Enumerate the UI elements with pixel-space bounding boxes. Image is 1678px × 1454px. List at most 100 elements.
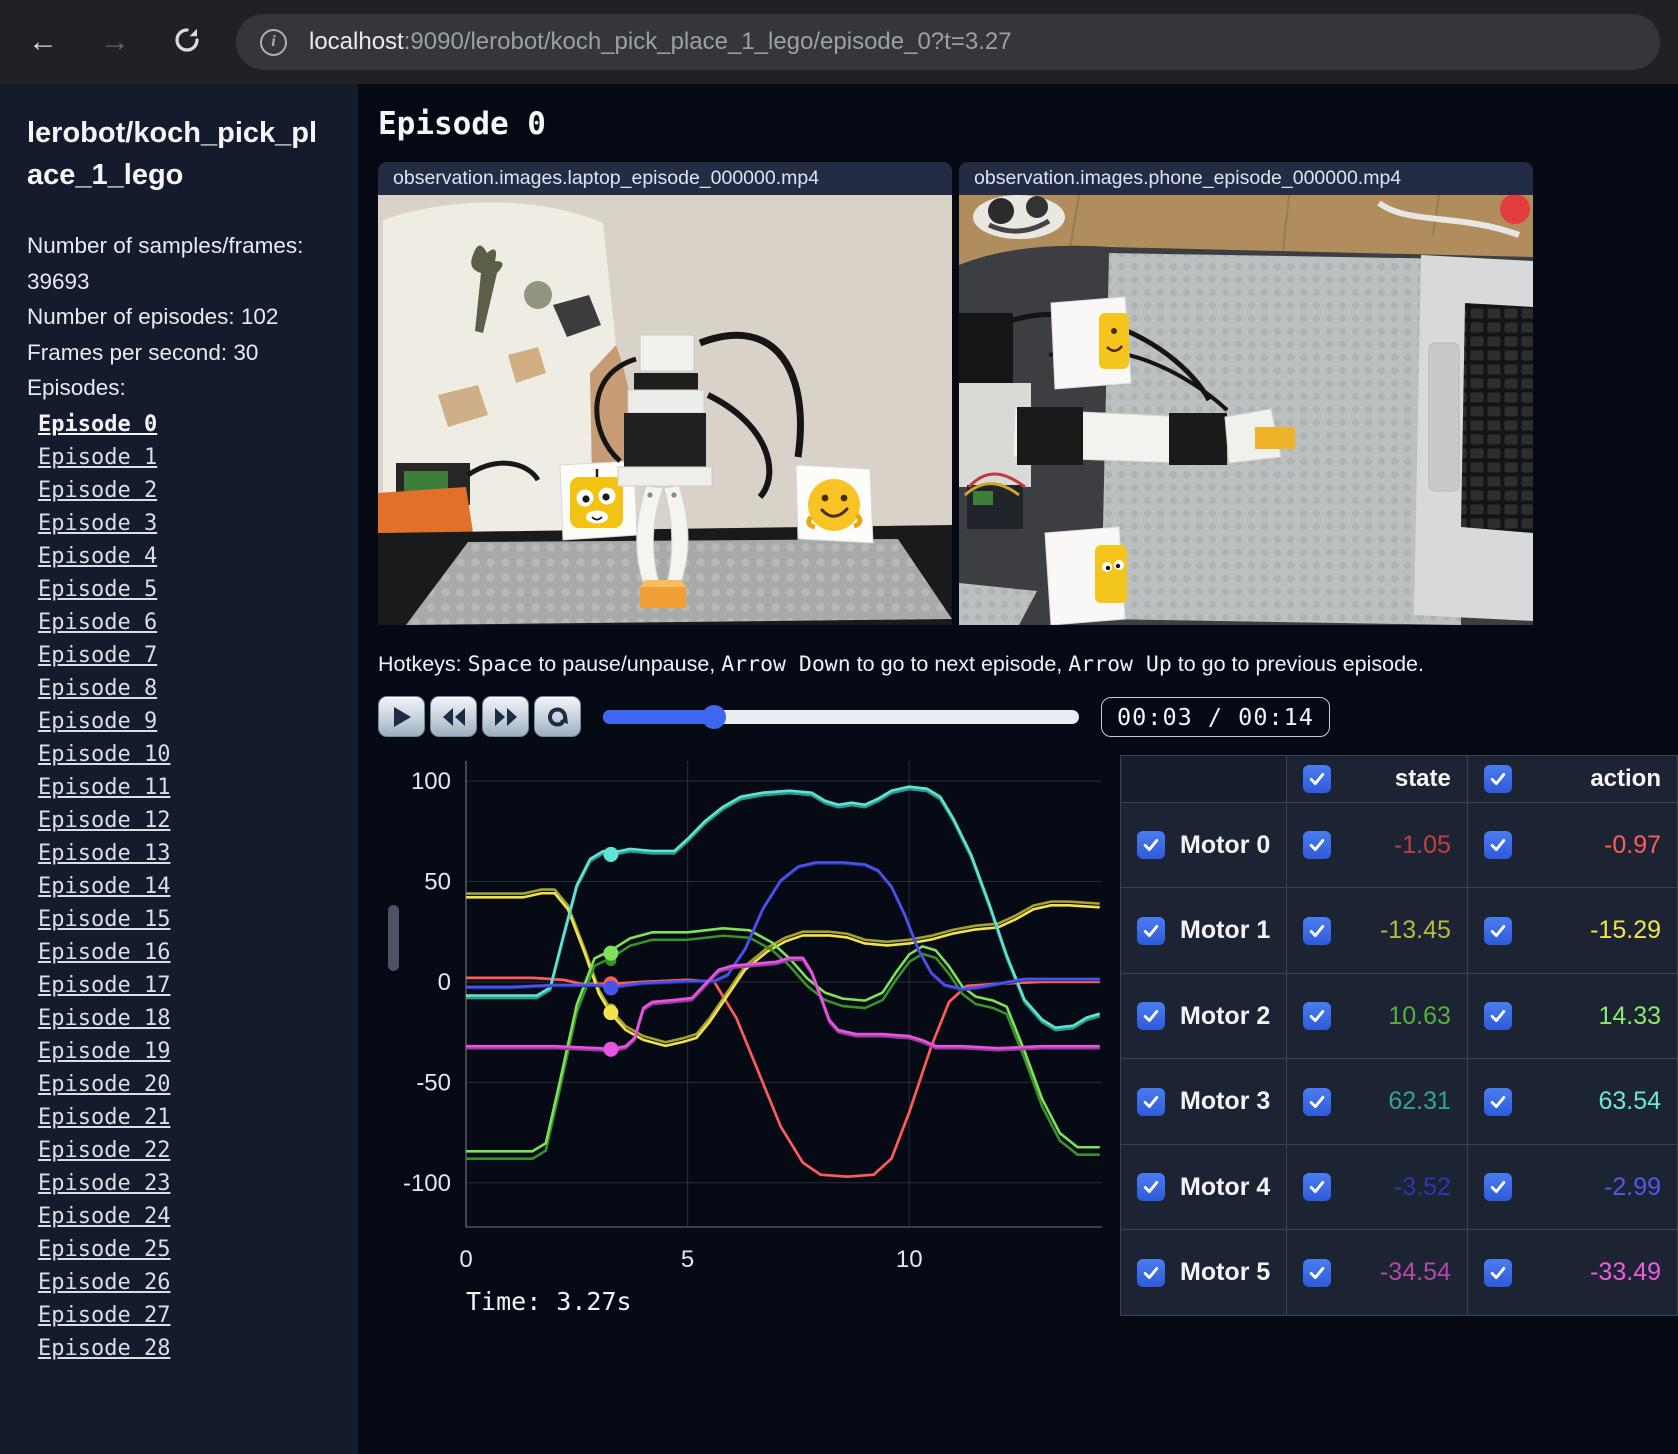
dataset-title: lerobot/koch_pick_place_1_lego <box>27 117 318 192</box>
svg-text:5: 5 <box>681 1246 694 1273</box>
checkbox[interactable] <box>1303 1087 1332 1116</box>
back-icon[interactable]: ← <box>28 27 58 57</box>
browser-toolbar: ← → i localhost:9090/lerobot/koch_pick_p… <box>0 0 1678 84</box>
play-button[interactable] <box>378 696 425 737</box>
checkbox[interactable] <box>1483 1258 1512 1287</box>
table-row: Motor 1 -13.45 -15.29 <box>1119 887 1678 974</box>
action-value: -0.97 <box>1604 830 1661 859</box>
rewind-button[interactable] <box>430 696 477 737</box>
episode-link[interactable]: Episode 20 <box>27 1068 358 1101</box>
seek-slider[interactable] <box>603 704 1079 729</box>
checkbox[interactable] <box>1303 764 1332 793</box>
episode-link[interactable]: Episode 24 <box>27 1200 358 1233</box>
episode-link[interactable]: Episode 8 <box>27 672 358 705</box>
video-player-laptop[interactable]: observation.images.laptop_episode_000000… <box>378 162 952 625</box>
checkbox[interactable] <box>1137 1258 1165 1287</box>
motor-label: Motor 0 <box>1180 830 1271 859</box>
checkbox[interactable] <box>1483 1002 1512 1031</box>
video-frame-phone <box>959 195 1533 625</box>
stat-samples: Number of samples/frames: 39693 <box>27 233 304 294</box>
state-value: 62.31 <box>1388 1087 1451 1116</box>
state-value: 10.63 <box>1388 1001 1451 1030</box>
motor-5-action-line <box>466 956 1100 1051</box>
action-value: -33.49 <box>1590 1258 1661 1287</box>
checkbox[interactable] <box>1137 1087 1165 1116</box>
video-player-phone[interactable]: observation.images.phone_episode_000000.… <box>959 162 1533 625</box>
state-value: -3.52 <box>1393 1172 1451 1201</box>
checkbox[interactable] <box>1303 1173 1332 1202</box>
episode-link[interactable]: Episode 2 <box>27 474 358 507</box>
episode-link[interactable]: Episode 10 <box>27 738 358 771</box>
checkbox[interactable] <box>1137 1173 1165 1202</box>
loop-button[interactable] <box>534 696 581 737</box>
state-value: -1.05 <box>1393 830 1451 859</box>
motor-3-action-line <box>466 785 1101 1029</box>
checkbox[interactable] <box>1303 916 1332 945</box>
checkbox[interactable] <box>1483 916 1512 945</box>
episode-link[interactable]: Episode 1 <box>27 441 358 474</box>
table-row: Motor 3 62.31 63.54 <box>1119 1058 1678 1145</box>
checkbox[interactable] <box>1137 916 1165 945</box>
episode-link[interactable]: Episode 7 <box>27 639 358 672</box>
time-display: 00:03 / 00:14 <box>1101 696 1330 737</box>
forward-icon[interactable]: → <box>100 27 130 57</box>
chart-block: 100 50 0 -50 -100 0 5 10 Time: 3.27s <box>378 751 1114 1316</box>
hotkey-space: Space <box>467 652 533 677</box>
checkbox[interactable] <box>1303 1258 1332 1287</box>
episode-link[interactable]: Episode 6 <box>27 606 358 639</box>
motor-table: state action Motor 0 -1.05 -0.97 Motor 1 -13.4… <box>1119 755 1678 1316</box>
seek-slider-fill <box>603 709 715 724</box>
motor-label: Motor 1 <box>1180 916 1271 945</box>
action-value: 14.33 <box>1598 1001 1661 1030</box>
episode-link[interactable]: Episode 11 <box>27 771 358 804</box>
episode-link[interactable]: Episode 5 <box>27 573 358 606</box>
episode-link[interactable]: Episode 16 <box>27 936 358 969</box>
episode-link[interactable]: Episode 18 <box>27 1002 358 1035</box>
red-object <box>1500 195 1530 224</box>
info-icon[interactable]: i <box>260 28 287 56</box>
episode-link[interactable]: Episode 28 <box>27 1332 358 1365</box>
episode-link[interactable]: Episode 3 <box>27 507 358 540</box>
state-value: -34.54 <box>1379 1258 1451 1287</box>
episode-link[interactable]: Episode 27 <box>27 1299 358 1332</box>
episode-link[interactable]: Episode 21 <box>27 1101 358 1134</box>
episode-link[interactable]: Episode 25 <box>27 1233 358 1266</box>
episode-link[interactable]: Episode 4 <box>27 540 358 573</box>
svg-text:-100: -100 <box>403 1170 451 1197</box>
motor-chart: 100 50 0 -50 -100 0 5 10 <box>403 761 1102 1273</box>
main-content: Episode 0 observation.images.laptop_epis… <box>358 84 1678 1454</box>
laptop <box>1414 255 1533 621</box>
url-text: localhost:9090/lerobot/koch_pick_place_1… <box>309 28 1012 55</box>
episode-link[interactable]: Episode 14 <box>27 870 358 903</box>
checkbox[interactable] <box>1483 831 1512 860</box>
checkbox[interactable] <box>1137 1002 1165 1031</box>
reload-icon[interactable] <box>172 25 202 60</box>
motor-label: Motor 5 <box>1180 1258 1271 1287</box>
episode-link[interactable]: Episode 9 <box>27 705 358 738</box>
seek-slider-thumb[interactable] <box>702 704 727 729</box>
episode-list: Episode 0 Episode 1 Episode 2 Episode 3 Epis… <box>27 408 358 1365</box>
episode-link[interactable]: Episode 17 <box>27 969 358 1002</box>
motor-label: Motor 3 <box>1180 1087 1271 1116</box>
checkbox[interactable] <box>1483 1173 1512 1202</box>
episode-link[interactable]: Episode 23 <box>27 1167 358 1200</box>
episode-link[interactable]: Episode 12 <box>27 804 358 837</box>
episode-link[interactable]: Episode 13 <box>27 837 358 870</box>
fast-forward-button[interactable] <box>482 696 529 737</box>
episode-link[interactable]: Episode 22 <box>27 1134 358 1167</box>
address-bar[interactable]: i localhost:9090/lerobot/koch_pick_place… <box>236 14 1660 70</box>
checkbox[interactable] <box>1483 1087 1512 1116</box>
checkbox[interactable] <box>1483 764 1512 793</box>
checkbox[interactable] <box>1303 831 1332 860</box>
video-title-laptop: observation.images.laptop_episode_000000… <box>378 162 952 195</box>
episode-link[interactable]: Episode 26 <box>27 1266 358 1299</box>
episode-link[interactable]: Episode 15 <box>27 903 358 936</box>
motor-1-state-line <box>466 888 1100 1044</box>
hotkey-arrow-down: Arrow Down <box>721 652 851 677</box>
checkbox[interactable] <box>1303 1002 1332 1031</box>
stat-fps: Frames per second: 30 <box>27 339 259 365</box>
checkbox[interactable] <box>1137 831 1165 860</box>
episode-link[interactable]: Episode 0 <box>27 408 358 441</box>
action-value: -2.99 <box>1604 1172 1661 1201</box>
episode-link[interactable]: Episode 19 <box>27 1035 358 1068</box>
